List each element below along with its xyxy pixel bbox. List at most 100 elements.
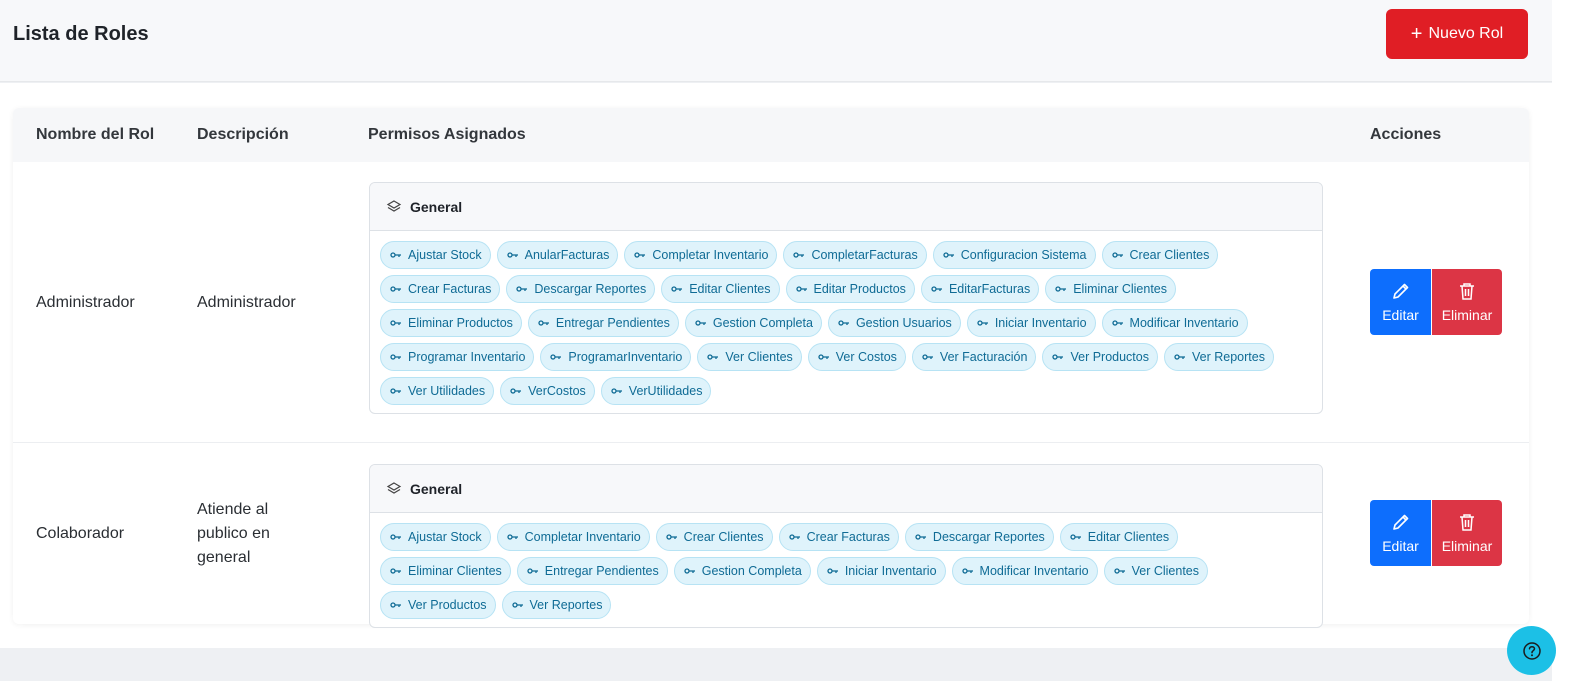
key-icon: [961, 566, 974, 576]
permission-chip: Crear Clientes: [655, 523, 773, 551]
permission-label: Ver Costos: [835, 350, 897, 364]
permission-chip: VerCostos: [500, 377, 595, 405]
key-icon: [390, 250, 402, 260]
permission-label: Modificar Inventario: [1129, 316, 1239, 330]
key-icon: [671, 284, 683, 294]
permission-chip: Entregar Pendientes: [516, 557, 668, 585]
permission-label: Completar Inventario: [652, 248, 769, 262]
edit-label: Editar: [1382, 538, 1419, 554]
permission-chip: Ver Reportes: [501, 591, 612, 619]
permission-label: Ver Utilidades: [408, 384, 486, 398]
permission-label: Ver Reportes: [529, 598, 603, 612]
permission-label: Modificar Inventario: [979, 564, 1089, 578]
delete-button[interactable]: Eliminar: [1432, 500, 1502, 566]
role-description: Atiende al publico en general: [197, 501, 270, 566]
permission-label: Editar Clientes: [689, 282, 771, 296]
permission-chip: CompletarFacturas: [783, 241, 927, 269]
permission-chip: Descargar Reportes: [904, 523, 1054, 551]
key-icon: [390, 532, 402, 542]
key-icon: [506, 250, 519, 260]
permission-chip: Crear Clientes: [1101, 241, 1219, 269]
permission-group-title: General: [410, 198, 463, 215]
help-button[interactable]: [1507, 626, 1556, 675]
key-icon: [538, 318, 550, 328]
permission-chip: Crear Facturas: [380, 275, 501, 303]
permission-chips: Ajustar Stock Completar Inventario Crear C…: [370, 513, 1322, 627]
key-icon: [666, 532, 678, 542]
permission-chip: EditarFacturas: [920, 275, 1040, 303]
permission-label: Gestion Completa: [712, 316, 813, 330]
permission-chip: Editar Clientes: [661, 275, 780, 303]
layers-icon: [386, 481, 402, 497]
key-icon: [516, 284, 528, 294]
permission-chip: Ver Productos: [1042, 343, 1158, 371]
scrollbar[interactable]: [1552, 0, 1582, 681]
layers-icon: [386, 199, 402, 215]
key-icon: [1070, 532, 1082, 542]
permission-label: Ver Productos: [408, 598, 487, 612]
permission-group-title: General: [410, 480, 463, 497]
permission-chip: Eliminar Clientes: [380, 557, 511, 585]
permission-chip: Gestion Completa: [684, 309, 822, 337]
permission-chip: Ver Utilidades: [380, 377, 495, 405]
permission-chip: Ver Productos: [380, 591, 496, 619]
role-description: Administrador: [197, 294, 296, 311]
permission-chip: Modificar Inventario: [951, 557, 1098, 585]
permission-label: VerUtilidades: [628, 384, 703, 398]
permission-group: General Ajustar Stock AnularFacturas Compl…: [369, 182, 1323, 414]
key-icon: [634, 250, 646, 260]
permission-label: VerCostos: [528, 384, 586, 398]
permission-label: Crear Clientes: [1129, 248, 1210, 262]
permission-label: ProgramarInventario: [568, 350, 683, 364]
key-icon: [390, 566, 402, 576]
permission-group-header: General: [370, 465, 1322, 513]
permission-chip: Iniciar Inventario: [816, 557, 946, 585]
key-icon: [390, 284, 402, 294]
permission-chip: Ver Clientes: [1103, 557, 1209, 585]
table-header: Nombre del Rol Descripción Permisos Asig…: [13, 108, 1529, 162]
key-icon: [915, 532, 927, 542]
question-icon: [1522, 641, 1541, 660]
key-icon: [684, 566, 696, 576]
new-role-button[interactable]: + Nuevo Rol: [1386, 9, 1528, 59]
permission-label: Eliminar Clientes: [408, 564, 502, 578]
permission-label: Configuracion Sistema: [960, 248, 1087, 262]
permission-chip: Entregar Pendientes: [527, 309, 679, 337]
permission-chip: Editar Clientes: [1059, 523, 1179, 551]
permission-label: Editar Clientes: [1087, 530, 1170, 544]
permission-chip: Configuracion Sistema: [932, 241, 1096, 269]
trash-icon: [1460, 514, 1474, 531]
key-icon: [390, 600, 402, 610]
permission-chip: Ajustar Stock: [380, 523, 491, 551]
pencil-icon: [1392, 283, 1408, 299]
permission-label: Gestion Completa: [701, 564, 802, 578]
permission-chip: Completar Inventario: [624, 241, 778, 269]
permission-chip: Completar Inventario: [496, 523, 650, 551]
permission-chip: Ver Facturación: [911, 343, 1037, 371]
edit-button[interactable]: Editar: [1370, 500, 1431, 566]
key-icon: [550, 352, 562, 362]
key-icon: [611, 386, 623, 396]
trash-icon: [1460, 283, 1474, 300]
permission-label: Ajustar Stock: [408, 530, 482, 544]
permission-chip: VerUtilidades: [600, 377, 712, 405]
page-title: Lista de Roles: [13, 23, 149, 45]
edit-label: Editar: [1382, 307, 1419, 323]
column-header-permissions: Permisos Asignados: [368, 126, 526, 143]
key-icon: [795, 284, 808, 294]
delete-button[interactable]: Eliminar: [1432, 269, 1502, 335]
column-header-description: Descripción: [197, 126, 289, 143]
permission-chip: Iniciar Inventario: [966, 309, 1096, 337]
permission-chip: Programar Inventario: [380, 343, 535, 371]
permission-chip: Ver Clientes: [697, 343, 802, 371]
permission-label: EditarFacturas: [948, 282, 1031, 296]
permission-chip: Eliminar Clientes: [1045, 275, 1176, 303]
page-header: Lista de Roles + Nuevo Rol: [0, 0, 1552, 82]
permission-chip: Editar Productos: [785, 275, 915, 303]
key-icon: [1111, 318, 1124, 328]
permission-label: AnularFacturas: [524, 248, 610, 262]
edit-button[interactable]: Editar: [1370, 269, 1431, 335]
key-icon: [943, 250, 955, 260]
delete-label: Eliminar: [1441, 538, 1493, 554]
role-name: Colaborador: [36, 525, 125, 542]
